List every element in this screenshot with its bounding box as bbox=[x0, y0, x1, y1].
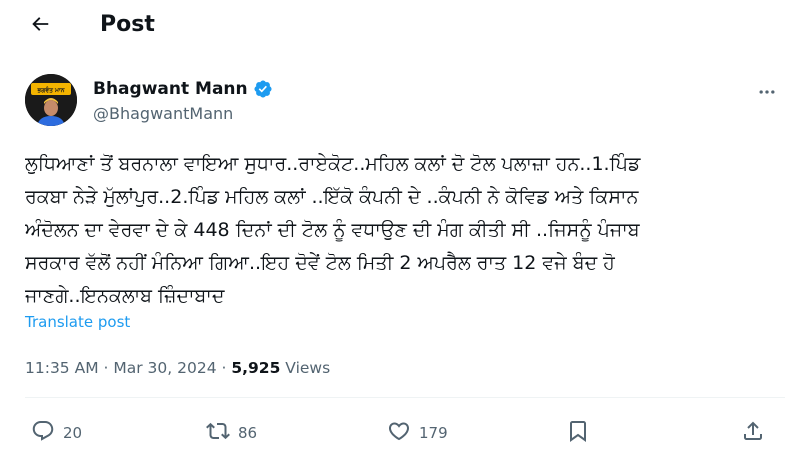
post-text-line: ਰਕਬਾ ਨੇੜੇ ਮੁੱਲਾਂਪੁਰ..2.ਪਿੰਡ ਮਹਿਲ ਕਲਾਂ ..… bbox=[25, 186, 639, 208]
more-horizontal-icon bbox=[757, 82, 777, 106]
more-options-button[interactable] bbox=[751, 78, 783, 110]
meta-separator: · bbox=[216, 359, 232, 377]
reply-count: 20 bbox=[63, 424, 83, 442]
meta-separator: · bbox=[98, 359, 114, 377]
repost-button[interactable]: 86 bbox=[206, 418, 257, 448]
divider bbox=[25, 397, 785, 398]
post-date[interactable]: Mar 30, 2024 bbox=[113, 359, 216, 377]
share-icon bbox=[741, 419, 765, 447]
reply-icon bbox=[31, 419, 55, 447]
author-handle[interactable]: @BhagwantMann bbox=[93, 104, 233, 124]
post-text-line: ਲੁਧਿਆਣਾਂ ਤੋਂ ਬਰਨਾਲਾ ਵਾਇਆ ਸੁਧਾਰ..ਰਾਏਕੋਟ..… bbox=[25, 153, 641, 175]
bookmark-icon bbox=[566, 419, 590, 447]
post-meta: 11:35 AM · Mar 30, 2024 · 5,925 Views bbox=[25, 358, 330, 378]
post-text: ਲੁਧਿਆਣਾਂ ਤੋਂ ਬਰਨਾਲਾ ਵਾਇਆ ਸੁਧਾਰ..ਰਾਏਕੋਟ..… bbox=[25, 148, 777, 313]
top-bar: Post bbox=[0, 0, 800, 50]
post-time[interactable]: 11:35 AM bbox=[25, 359, 99, 377]
post-text-line: ਸਰਕਾਰ ਵੱਲੋਂ ਨਹੀਂ ਮੰਨਿਆ ਗਿਆ..ਇਹ ਦੋਵੇਂ ਟੋਲ… bbox=[25, 252, 615, 274]
repost-icon bbox=[206, 419, 230, 447]
post-author: ਭਗਵੰਤ ਮਾਨ Bhagwant Mann @BhagwantMann bbox=[25, 72, 785, 132]
share-button[interactable] bbox=[741, 418, 765, 448]
views-label: Views bbox=[280, 359, 331, 377]
action-bar: 20 86 179 bbox=[25, 418, 785, 448]
repost-count: 86 bbox=[238, 424, 258, 442]
verified-badge-icon bbox=[253, 79, 273, 99]
bookmark-button[interactable] bbox=[566, 418, 590, 448]
reply-button[interactable]: 20 bbox=[31, 418, 82, 448]
views-count[interactable]: 5,925 bbox=[231, 359, 280, 377]
author-name-row: Bhagwant Mann bbox=[93, 78, 273, 100]
author-name[interactable]: Bhagwant Mann bbox=[93, 78, 248, 100]
arrow-left-icon bbox=[29, 13, 51, 39]
post-text-line: ਅੰਦੋਲਨ ਦਾ ਵੇਰਵਾ ਦੇ ਕੇ 448 ਦਿਨਾਂ ਦੀ ਟੋਲ ਨ… bbox=[25, 219, 640, 241]
post-text-line: ਜਾਣਗੇ..ਇਨਕਲਾਬ ਜ਼ਿੰਦਾਬਾਦ bbox=[25, 285, 225, 307]
like-count: 179 bbox=[419, 424, 448, 442]
back-button[interactable] bbox=[22, 8, 58, 44]
avatar[interactable]: ਭਗਵੰਤ ਮਾਨ bbox=[25, 74, 77, 126]
avatar-logo-text: ਭਗਵੰਤ ਮਾਨ bbox=[37, 86, 65, 94]
heart-icon bbox=[387, 419, 411, 447]
page-title: Post bbox=[100, 12, 155, 37]
like-button[interactable]: 179 bbox=[387, 418, 448, 448]
translate-post-link[interactable]: Translate post bbox=[25, 312, 130, 332]
